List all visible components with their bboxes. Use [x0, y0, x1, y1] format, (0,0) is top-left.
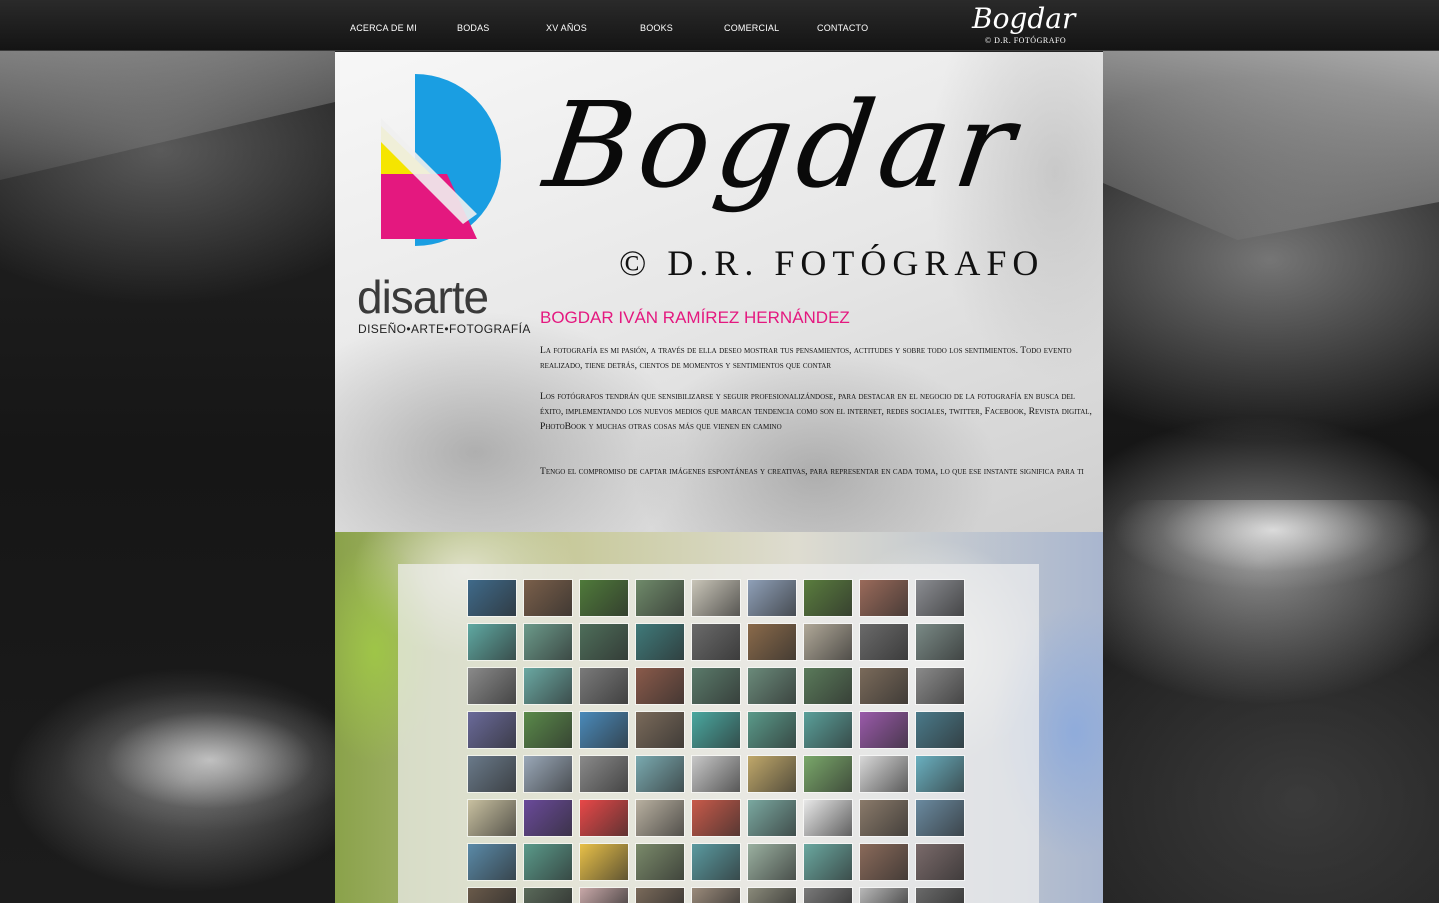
gallery-thumbnail[interactable]: [636, 624, 684, 660]
photographer-name: BOGDAR IVÁN RAMÍREZ HERNÁNDEZ: [540, 308, 850, 327]
gallery-thumbnail[interactable]: [468, 580, 516, 616]
gallery-thumbnail[interactable]: [580, 800, 628, 836]
gallery-thumbnail[interactable]: [636, 844, 684, 880]
hero-subtitle: © D.R. FOTÓGRAFO: [619, 243, 1045, 283]
gallery-thumbnail[interactable]: [692, 756, 740, 792]
gallery-thumbnail[interactable]: [860, 844, 908, 880]
gallery-thumbnail[interactable]: [916, 756, 964, 792]
gallery-thumbnail[interactable]: [468, 800, 516, 836]
about-paragraph-2: Los fotógrafos tendrán que sensibilizars…: [540, 391, 1092, 432]
gallery-thumbnail[interactable]: [916, 624, 964, 660]
gallery-thumbnail[interactable]: [580, 844, 628, 880]
gallery-thumbnail[interactable]: [916, 800, 964, 836]
nav-item-books[interactable]: BOOKS: [640, 23, 673, 33]
gallery-thumbnail[interactable]: [692, 800, 740, 836]
gallery-thumbnail[interactable]: [580, 756, 628, 792]
gallery-thumbnail[interactable]: [748, 800, 796, 836]
gallery-thumbnail[interactable]: [804, 844, 852, 880]
gallery-thumbnail[interactable]: [860, 624, 908, 660]
gallery-thumbnail[interactable]: [804, 624, 852, 660]
gallery-thumbnail[interactable]: [748, 580, 796, 616]
gallery-thumbnail[interactable]: [580, 580, 628, 616]
gallery-thumbnail[interactable]: [860, 712, 908, 748]
about-paragraph-3: Tengo el compromiso de captar imágenes e…: [540, 466, 1084, 477]
top-navigation-bar: ACERCA DE MI BODAS XV AÑOS BOOKS COMERCI…: [0, 0, 1439, 51]
gallery-thumbnail[interactable]: [692, 844, 740, 880]
gallery-thumbnail[interactable]: [748, 712, 796, 748]
gallery-thumbnail[interactable]: [524, 668, 572, 704]
gallery-thumbnail[interactable]: [580, 712, 628, 748]
gallery-thumbnail[interactable]: [636, 580, 684, 616]
gallery-thumbnail[interactable]: [636, 756, 684, 792]
gallery-thumbnail[interactable]: [692, 712, 740, 748]
gallery-thumbnail[interactable]: [580, 888, 628, 903]
gallery-thumbnail[interactable]: [804, 888, 852, 903]
background-tables-right: [1103, 500, 1439, 630]
about-paragraph-1: La fotografía es mi pasión, a través de …: [540, 345, 1072, 371]
gallery-thumbnail[interactable]: [804, 756, 852, 792]
gallery-thumbnail[interactable]: [916, 888, 964, 903]
gallery-thumbnail[interactable]: [748, 844, 796, 880]
background-cushion-left: [60, 690, 335, 830]
gallery-thumbnail[interactable]: [524, 844, 572, 880]
brand-logo-script[interactable]: Bogdar: [972, 2, 1075, 35]
gallery-thumbnail[interactable]: [916, 844, 964, 880]
nav-item-acerca-de-mi[interactable]: ACERCA DE MI: [350, 23, 417, 33]
gallery-thumbnail[interactable]: [916, 712, 964, 748]
gallery-thumbnail[interactable]: [860, 580, 908, 616]
gallery-thumbnail[interactable]: [468, 624, 516, 660]
gallery-thumbnail[interactable]: [468, 712, 516, 748]
gallery-thumbnail[interactable]: [692, 624, 740, 660]
gallery-thumbnail[interactable]: [916, 580, 964, 616]
gallery-thumbnail[interactable]: [916, 668, 964, 704]
disarte-logo-text: disarte: [357, 271, 489, 323]
gallery-thumbnail[interactable]: [580, 668, 628, 704]
gallery-thumbnail[interactable]: [860, 756, 908, 792]
hero-panel: disarte DISEÑO•ARTE•FOTOGRAFÍA Bogdar © …: [335, 52, 1103, 532]
nav-item-contacto[interactable]: CONTACTO: [817, 23, 868, 33]
gallery-thumbnail[interactable]: [524, 580, 572, 616]
disarte-logo-tagline: DISEÑO•ARTE•FOTOGRAFÍA: [358, 322, 531, 336]
gallery-thumbnail[interactable]: [860, 800, 908, 836]
gallery-thumbnail[interactable]: [636, 712, 684, 748]
gallery-thumbnail[interactable]: [692, 668, 740, 704]
gallery-thumbnail[interactable]: [748, 624, 796, 660]
gallery-thumbnail[interactable]: [524, 756, 572, 792]
gallery-thumbnail[interactable]: [468, 888, 516, 903]
gallery-thumbnail[interactable]: [748, 888, 796, 903]
nav-item-bodas[interactable]: BODAS: [457, 23, 490, 33]
gallery-thumbnail[interactable]: [804, 580, 852, 616]
gallery-thumbnail[interactable]: [636, 888, 684, 903]
gallery-thumbnail[interactable]: [636, 800, 684, 836]
gallery-thumbnail[interactable]: [804, 668, 852, 704]
gallery-thumbnail[interactable]: [804, 800, 852, 836]
gallery-thumbnail[interactable]: [468, 756, 516, 792]
gallery-thumbnail[interactable]: [524, 888, 572, 903]
gallery-thumbnail[interactable]: [468, 844, 516, 880]
gallery-thumbnail[interactable]: [748, 756, 796, 792]
gallery-thumbnail[interactable]: [636, 668, 684, 704]
gallery-thumbnail[interactable]: [524, 712, 572, 748]
gallery-thumbnail[interactable]: [860, 668, 908, 704]
gallery-thumbnail[interactable]: [580, 624, 628, 660]
gallery-thumbnail[interactable]: [692, 580, 740, 616]
nav-item-comercial[interactable]: COMERCIAL: [724, 23, 779, 33]
gallery-thumbnail[interactable]: [524, 800, 572, 836]
disarte-logo-mark-icon: [381, 74, 501, 246]
gallery-thumbnail[interactable]: [748, 668, 796, 704]
brand-logo-subtitle: © D.R. FOTÓGRAFO: [985, 36, 1067, 45]
gallery-thumbnail[interactable]: [692, 888, 740, 903]
nav-item-xv-anos[interactable]: XV AÑOS: [546, 23, 587, 33]
hero-script-title: Bogdar: [537, 76, 1029, 214]
gallery-thumbnail[interactable]: [860, 888, 908, 903]
gallery-thumbnail[interactable]: [524, 624, 572, 660]
gallery-thumbnail[interactable]: [804, 712, 852, 748]
gallery-thumbnail[interactable]: [468, 668, 516, 704]
